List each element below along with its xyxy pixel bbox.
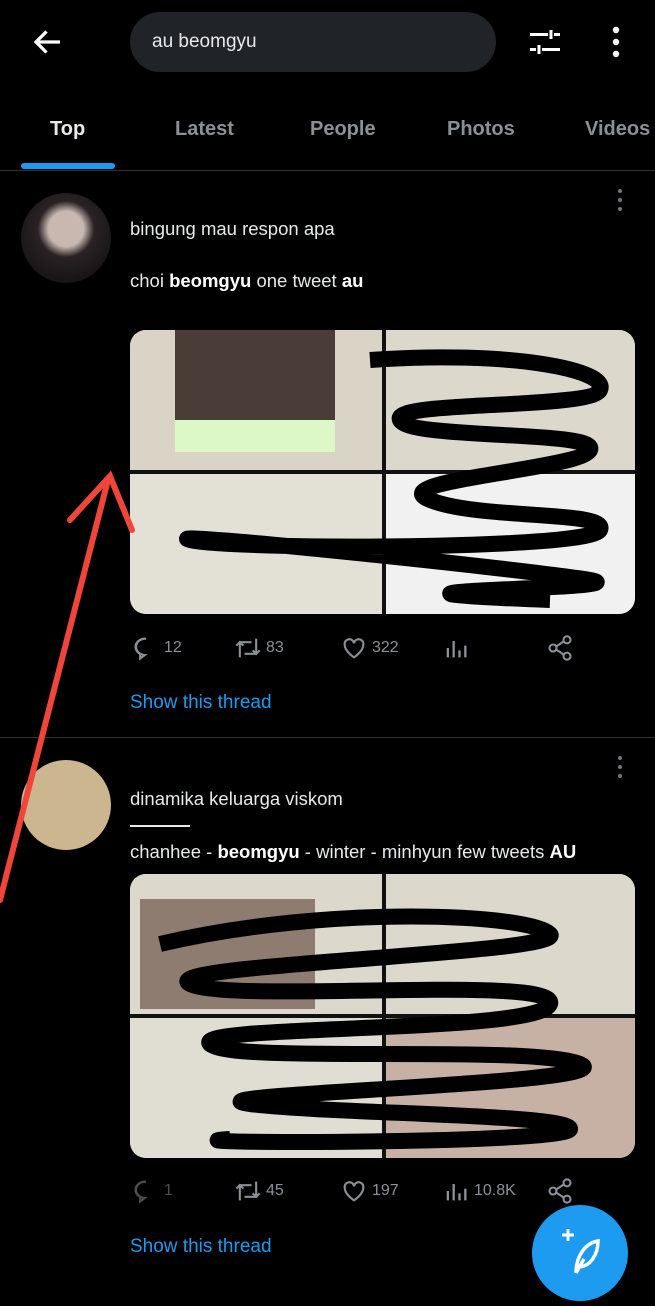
search-input[interactable]: au beomgyu (130, 12, 496, 72)
retweet-icon (235, 638, 261, 658)
more-vertical-icon[interactable] (612, 187, 628, 213)
tweet-text: bingung mau respon apa (130, 218, 335, 239)
tweet-text: dinamika keluarga viskom (130, 788, 343, 809)
sliders-icon[interactable] (526, 24, 564, 60)
more-vertical-icon[interactable] (612, 754, 628, 780)
reply-button[interactable]: 1 (132, 1177, 173, 1205)
avatar[interactable] (21, 193, 111, 283)
feather-plus-icon (562, 1229, 600, 1274)
tweet-media[interactable] (130, 330, 635, 614)
compose-button[interactable] (532, 1205, 628, 1301)
share-icon (548, 635, 572, 661)
show-thread-link[interactable]: Show this thread (130, 692, 272, 714)
views-button[interactable] (442, 634, 474, 662)
reply-button[interactable]: 12 (132, 634, 182, 662)
tweet-actions: 1 45 197 10.8K (130, 1177, 635, 1207)
like-button[interactable]: 197 (340, 1177, 399, 1205)
reply-icon (134, 1180, 148, 1204)
tab-videos[interactable]: Videos (585, 118, 650, 141)
tab-top[interactable]: Top (50, 118, 85, 141)
search-tabs: Top Latest People Photos Videos (0, 100, 655, 171)
tab-people[interactable]: People (310, 118, 376, 141)
tweet-actions: 12 83 322 (130, 634, 635, 664)
more-vertical-icon[interactable] (604, 24, 628, 60)
analytics-icon (446, 1184, 467, 1201)
media-grid-image (130, 330, 635, 614)
analytics-icon (446, 641, 467, 658)
retweet-icon (235, 1181, 261, 1201)
share-icon (548, 1178, 572, 1204)
tab-latest[interactable]: Latest (175, 118, 234, 141)
tab-photos[interactable]: Photos (447, 118, 515, 141)
reply-icon (134, 637, 148, 661)
heart-icon (343, 1181, 365, 1202)
tweet-media[interactable] (130, 874, 635, 1158)
like-button[interactable]: 322 (340, 634, 399, 662)
search-header: au beomgyu (0, 0, 655, 84)
heart-icon (343, 638, 365, 659)
divider-line (130, 825, 190, 827)
share-button[interactable] (546, 634, 574, 662)
tweet-text-line: chanhee - beomgyu - winter - minhyun few… (130, 841, 577, 862)
views-button[interactable]: 10.8K (442, 1177, 516, 1205)
avatar[interactable] (21, 760, 111, 850)
show-thread-link[interactable]: Show this thread (130, 1236, 272, 1258)
retweet-button[interactable]: 83 (234, 634, 284, 662)
tweet-text-line: choi beomgyu one tweet au (130, 270, 364, 291)
active-tab-indicator (21, 163, 115, 169)
divider (0, 737, 655, 738)
media-grid-image (130, 874, 635, 1158)
arrow-left-icon[interactable] (30, 24, 66, 60)
share-button[interactable] (546, 1177, 574, 1205)
retweet-button[interactable]: 45 (234, 1177, 284, 1205)
